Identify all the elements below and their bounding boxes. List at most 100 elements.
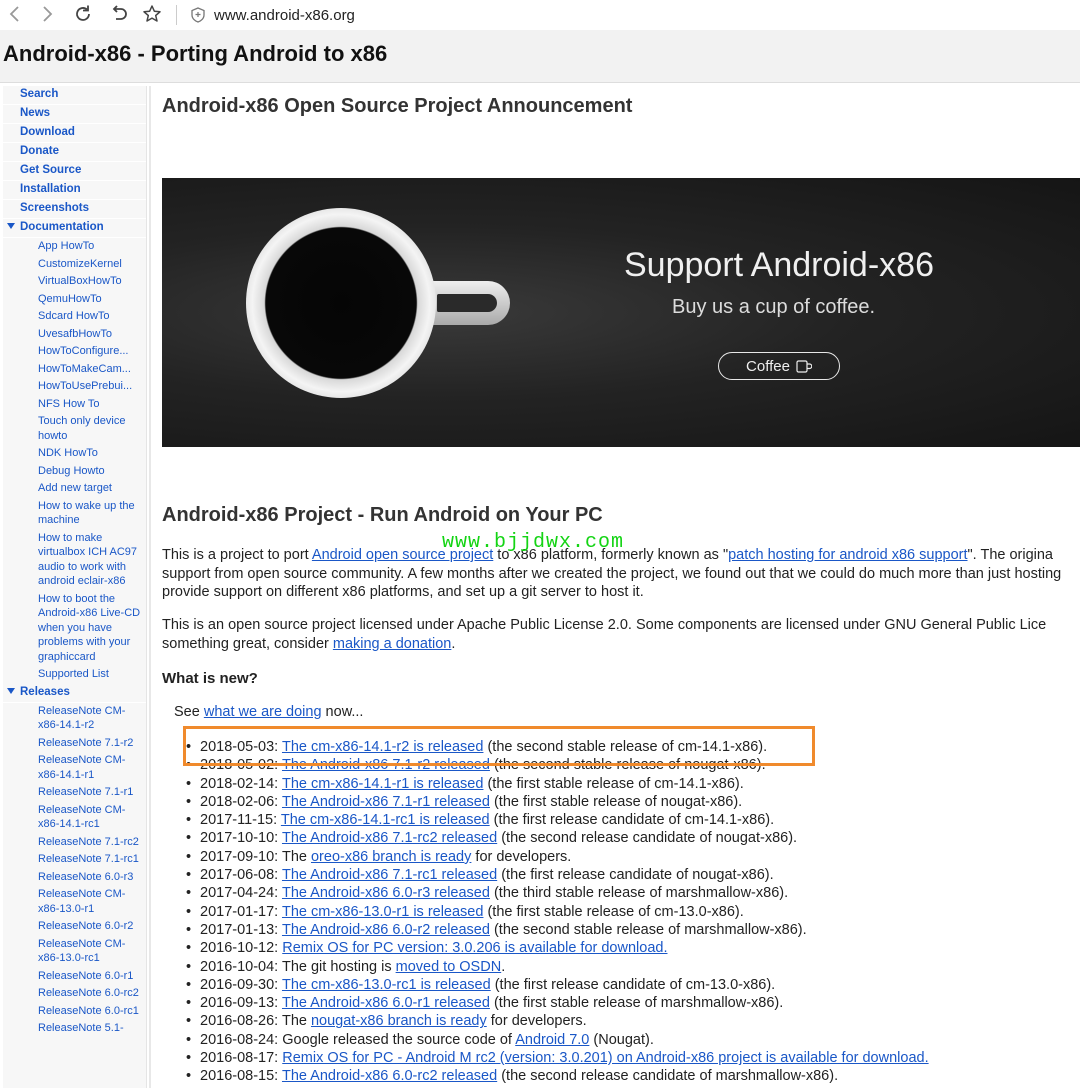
- sidebar-link-get-source[interactable]: Get Source: [3, 162, 146, 181]
- what-we-are-doing-link[interactable]: what we are doing: [204, 704, 322, 720]
- news-text: (the first release candidate of nougat-x…: [497, 867, 774, 884]
- sidebar-subitem[interactable]: Touch only device howto: [38, 413, 146, 445]
- sidebar-subitem[interactable]: ReleaseNote 6.0-r1: [38, 968, 146, 986]
- caret-down-icon: [7, 223, 15, 229]
- sidebar-subitem[interactable]: HowToUsePrebui...: [38, 378, 146, 396]
- news-link[interactable]: The Android-x86 6.0-r1 released: [282, 995, 490, 1011]
- sidebar-section-toggle-documentation[interactable]: Documentation: [3, 219, 146, 238]
- sidebar-subitem[interactable]: CustomizeKernel: [38, 256, 146, 274]
- sidebar-subitem[interactable]: ReleaseNote CM-x86-14.1-rc1: [38, 802, 146, 834]
- news-item: 2017-01-13: The Android-x86 6.0-r2 relea…: [186, 921, 1080, 940]
- news-link[interactable]: The cm-x86-13.0-r1 is released: [282, 904, 483, 920]
- sidebar-link-news[interactable]: News: [3, 105, 146, 124]
- news-date: 2018-02-06:: [200, 793, 282, 810]
- sidebar-subitem[interactable]: ReleaseNote CM-x86-14.1-r2: [38, 703, 146, 735]
- sidebar-link-screenshots[interactable]: Screenshots: [3, 200, 146, 219]
- sidebar-subitem[interactable]: NDK HowTo: [38, 445, 146, 463]
- news-date: 2016-10-04: The git hosting is: [200, 958, 396, 975]
- sidebar-link-download[interactable]: Download: [3, 124, 146, 143]
- patch-hosting-link[interactable]: patch hosting for android x86 support: [728, 547, 967, 563]
- sidebar-subitem[interactable]: How to make virtualbox ICH AC97 audio to…: [38, 530, 146, 591]
- support-banner[interactable]: Support Android-x86 Buy us a cup of coff…: [162, 178, 1080, 447]
- sidebar-subitem[interactable]: NFS How To: [38, 396, 146, 414]
- sidebar-subitem[interactable]: How to wake up the machine: [38, 498, 146, 530]
- news-link[interactable]: The Android-x86 7.1-rc1 released: [282, 867, 497, 883]
- toolbar-divider: [176, 5, 177, 25]
- sidebar-subitem[interactable]: VirtualBoxHowTo: [38, 273, 146, 291]
- address-bar[interactable]: www.android-x86.org: [190, 4, 355, 26]
- sidebar-subitem[interactable]: UvesafbHowTo: [38, 326, 146, 344]
- see-text-b: now...: [321, 704, 364, 720]
- donation-link[interactable]: making a donation: [333, 636, 452, 652]
- site-title: Android-x86 - Porting Android to x86: [3, 41, 388, 66]
- bookmark-button[interactable]: [141, 3, 163, 25]
- sidebar-subitem[interactable]: App HowTo: [38, 238, 146, 256]
- sidebar-subitem[interactable]: ReleaseNote 6.0-rc2: [38, 985, 146, 1003]
- sidebar-subitem[interactable]: ReleaseNote 5.1-: [38, 1020, 146, 1038]
- news-link[interactable]: The cm-x86-14.1-r1 is released: [282, 776, 483, 792]
- sidebar-subitem[interactable]: ReleaseNote CM-x86-13.0-r1: [38, 886, 146, 918]
- undo-button[interactable]: [108, 3, 130, 25]
- news-link[interactable]: nougat-x86 branch is ready: [311, 1013, 487, 1029]
- coffee-cup-icon: [796, 360, 812, 373]
- sidebar-divider: [149, 86, 151, 1088]
- news-text: (the first stable release of nougat-x86)…: [489, 793, 743, 810]
- sidebar-link-donate[interactable]: Donate: [3, 143, 146, 162]
- news-date: 2016-08-15:: [200, 1068, 282, 1085]
- announcement-heading: Android-x86 Open Source Project Announce…: [162, 95, 633, 117]
- news-link[interactable]: Remix OS for PC - Android M rc2 (version…: [282, 1050, 928, 1066]
- news-date: 2017-10-10:: [200, 830, 282, 847]
- license-text-a: something great, consider: [162, 635, 333, 652]
- sidebar-subitem[interactable]: HowToConfigure...: [38, 343, 146, 361]
- license-paragraph: This is an open source project licensed …: [162, 616, 1080, 653]
- sidebar-subitem[interactable]: ReleaseNote 7.1-r1: [38, 784, 146, 802]
- coffee-mug-image: [246, 208, 436, 398]
- news-date: 2016-10-12:: [200, 940, 283, 957]
- sidebar-subitem[interactable]: ReleaseNote CM-x86-13.0-rc1: [38, 936, 146, 968]
- sidebar-subitem[interactable]: Add new target: [38, 480, 146, 498]
- sidebar-subitem[interactable]: ReleaseNote 7.1-rc2: [38, 834, 146, 852]
- sidebar-subitem[interactable]: ReleaseNote 6.0-rc1: [38, 1003, 146, 1021]
- url-text: www.android-x86.org: [214, 6, 355, 24]
- back-button[interactable]: [4, 3, 26, 25]
- highlight-box: [183, 726, 815, 766]
- license-line-1: This is an open source project licensed …: [162, 617, 1047, 633]
- news-date: 2017-01-17:: [200, 903, 282, 920]
- sidebar-subitem[interactable]: Sdcard HowTo: [38, 308, 146, 326]
- coffee-button[interactable]: Coffee: [718, 352, 840, 380]
- news-link[interactable]: moved to OSDN: [396, 959, 502, 975]
- news-link[interactable]: The Android-x86 6.0-r3 released: [282, 885, 490, 901]
- news-link[interactable]: The Android-x86 6.0-rc2 released: [282, 1068, 497, 1084]
- sidebar-item: Download: [3, 124, 146, 143]
- sidebar-subitem[interactable]: Supported List: [38, 666, 146, 684]
- sidebar-subitem[interactable]: QemuHowTo: [38, 291, 146, 309]
- news-link[interactable]: The cm-x86-13.0-rc1 is released: [282, 977, 491, 993]
- star-icon: [143, 5, 161, 22]
- news-link[interactable]: oreo-x86 branch is ready: [311, 849, 471, 865]
- news-link[interactable]: Android 7.0: [515, 1032, 589, 1048]
- sidebar-item: Installation: [3, 181, 146, 200]
- news-link[interactable]: The Android-x86 6.0-r2 released: [282, 922, 490, 938]
- sidebar-link-search[interactable]: Search: [3, 86, 146, 105]
- sidebar-subitem[interactable]: ReleaseNote CM-x86-14.1-r1: [38, 752, 146, 784]
- news-link[interactable]: The Android-x86 7.1-rc2 released: [282, 830, 497, 846]
- news-text: (the first release candidate of cm-13.0-…: [490, 976, 776, 993]
- sidebar-subitem[interactable]: Debug Howto: [38, 463, 146, 481]
- news-link[interactable]: Remix OS for PC version: 3.0.206 is avai…: [282, 940, 667, 956]
- news-item: 2017-11-15: The cm-x86-14.1-rc1 is relea…: [186, 811, 1080, 830]
- sidebar-subitem[interactable]: ReleaseNote 7.1-r2: [38, 735, 146, 753]
- sidebar-subitem[interactable]: ReleaseNote 6.0-r2: [38, 918, 146, 936]
- sidebar-subitem[interactable]: How to boot the Android-x86 Live-CD when…: [38, 591, 146, 667]
- news-item: 2016-08-26: The nougat-x86 branch is rea…: [186, 1012, 1080, 1031]
- reload-button[interactable]: [72, 3, 94, 25]
- coffee-mug-handle-hole: [437, 294, 497, 312]
- sidebar-link-installation[interactable]: Installation: [3, 181, 146, 200]
- news-link[interactable]: The Android-x86 7.1-r1 released: [282, 794, 490, 810]
- news-link[interactable]: The cm-x86-14.1-rc1 is released: [281, 812, 490, 828]
- sidebar-subitem[interactable]: HowToMakeCam...: [38, 361, 146, 379]
- forward-button[interactable]: [36, 3, 58, 25]
- sidebar-subitem[interactable]: ReleaseNote 6.0-r3: [38, 869, 146, 887]
- news-list: 2018-05-03: The cm-x86-14.1-r2 is releas…: [186, 738, 1080, 1086]
- sidebar-section-toggle-releases[interactable]: Releases: [3, 684, 146, 703]
- sidebar-subitem[interactable]: ReleaseNote 7.1-rc1: [38, 851, 146, 869]
